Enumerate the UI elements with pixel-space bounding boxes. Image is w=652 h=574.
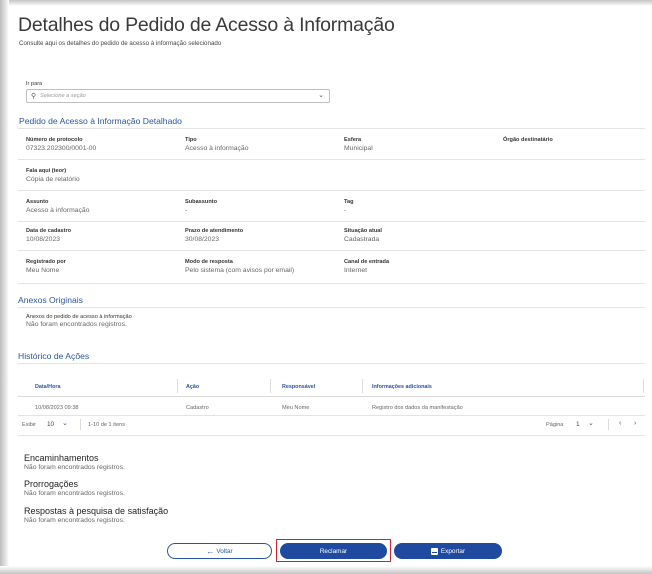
next-page-icon[interactable]: › xyxy=(634,420,636,427)
table-cell: Cadastro xyxy=(186,405,209,411)
subsubject-value: - xyxy=(185,207,188,214)
per-page-value: 10 xyxy=(47,421,55,428)
registered-label: Registrado por xyxy=(26,259,66,265)
subject-value: Acesso à informação xyxy=(26,207,90,214)
extensions-empty: Não foram encontrados registros. xyxy=(24,490,125,497)
highlight-box xyxy=(276,539,391,562)
goto-placeholder: Selecione a seção xyxy=(40,93,86,99)
chevron-down-icon: ⌄ xyxy=(318,92,324,99)
sphere-label: Esfera xyxy=(344,137,362,143)
divider xyxy=(18,307,645,308)
forwardings-title: Encaminhamentos xyxy=(24,453,99,463)
divider xyxy=(18,435,645,436)
channel-value: Internet xyxy=(344,267,368,274)
top-shadow xyxy=(0,0,652,6)
table-cell: Meu Nome xyxy=(282,405,310,411)
export-document-icon xyxy=(430,547,438,555)
page-select[interactable]: 1 ⌄ xyxy=(572,420,604,430)
divider xyxy=(18,159,645,160)
table-row-divider xyxy=(18,415,645,416)
survey-title: Respostas à pesquisa de satisfação xyxy=(24,506,169,516)
survey-empty: Não foram encontrados registros. xyxy=(24,517,125,524)
page-title: Detalhes do Pedido de Acesso à Informaçã… xyxy=(18,14,395,36)
divider xyxy=(18,190,645,191)
column-header-info[interactable]: Informações adicionais xyxy=(372,384,432,390)
pager-separator xyxy=(80,419,81,430)
show-label: Exibir xyxy=(22,422,36,428)
detail-section-title: Pedido de Acesso à Informação Detalhado xyxy=(19,116,182,126)
forwardings-empty: Não foram encontrados registros. xyxy=(24,464,125,471)
divider xyxy=(18,128,645,129)
protocol-label: Número de protocolo xyxy=(26,137,83,143)
page: Detalhes do Pedido de Acesso à Informaçã… xyxy=(0,0,652,574)
export-button[interactable]: Exportar xyxy=(394,543,502,559)
created-value: 10/08/2023 xyxy=(26,236,61,243)
chevron-down-icon: ⌄ xyxy=(588,420,594,427)
search-icon: ⚲ xyxy=(31,93,37,100)
column-separator xyxy=(177,379,178,393)
tag-value: - xyxy=(344,207,347,214)
arrow-left-icon: ← xyxy=(206,546,215,556)
export-label: Exportar xyxy=(440,547,466,555)
history-table-header xyxy=(18,375,645,397)
deadline-label: Prazo de atendimento xyxy=(185,228,244,234)
attachments-empty: Não foram encontrados registros. xyxy=(26,321,127,328)
divider xyxy=(18,250,645,251)
subject-label: Assunto xyxy=(26,199,49,205)
chevron-down-icon: ⌄ xyxy=(62,420,68,427)
registered-value: Meu Nome xyxy=(26,267,60,274)
page-subtitle: Consulte aqui os detalhes do pedido de a… xyxy=(19,40,222,47)
range-text: 1-10 de 1 itens xyxy=(88,422,126,428)
column-separator xyxy=(270,379,271,393)
page-value: 1 xyxy=(576,421,580,428)
previous-page-icon[interactable]: ‹ xyxy=(619,420,621,427)
bottom-shadow xyxy=(0,566,652,574)
type-value: Acesso à informação xyxy=(185,145,249,152)
column-header-datetime[interactable]: Data/Hora xyxy=(35,384,60,390)
back-label: Voltar xyxy=(216,547,233,555)
sphere-value: Municipal xyxy=(344,145,373,152)
left-shadow xyxy=(0,0,9,574)
extensions-title: Prorrogações xyxy=(24,479,79,489)
per-page-select[interactable]: 10 ⌄ xyxy=(43,420,75,430)
attachments-label: Anexos do pedido de acesso à informação xyxy=(26,314,132,320)
type-label: Tipo xyxy=(185,137,197,143)
page-label: Página xyxy=(546,422,564,428)
fala-value: Cópia de relatório xyxy=(26,176,80,183)
protocol-value: 07323.202300/0001-00 xyxy=(26,145,97,152)
fala-label: Fala aqui (teor) xyxy=(26,168,67,174)
goto-label: Ir para xyxy=(26,81,43,87)
response-mode-label: Modo de resposta xyxy=(185,259,233,265)
status-value: Cadastrada xyxy=(344,236,380,243)
column-header-responsible[interactable]: Responsável xyxy=(282,384,315,390)
tag-label: Tag xyxy=(344,199,354,205)
response-mode-value: Pelo sistema (com avisos por email) xyxy=(185,267,295,274)
column-header-action[interactable]: Ação xyxy=(186,384,199,390)
table-cell: 10/08/2023 09:38 xyxy=(35,405,79,411)
subsubject-label: Subassunto xyxy=(185,199,218,205)
column-separator xyxy=(362,379,363,393)
history-section-title: Histórico de Ações xyxy=(18,351,90,361)
divider xyxy=(18,221,645,222)
status-label: Situação atual xyxy=(344,228,382,234)
divider xyxy=(18,363,645,364)
goto-section-select[interactable]: ⚲ Selecione a seção ⌄ xyxy=(26,89,330,103)
destination-label: Órgão destinatário xyxy=(503,137,553,143)
created-label: Data de cadastro xyxy=(26,228,72,234)
table-cell: Registro dos dados da manifestação xyxy=(372,405,463,411)
divider xyxy=(18,283,645,284)
channel-label: Canal de entrada xyxy=(344,259,390,265)
back-button[interactable]: ← Voltar xyxy=(167,543,272,559)
deadline-value: 30/08/2023 xyxy=(185,236,220,243)
pager-separator xyxy=(608,419,609,430)
column-separator xyxy=(643,379,644,393)
attachments-section-title: Anexos Originais xyxy=(18,295,83,305)
